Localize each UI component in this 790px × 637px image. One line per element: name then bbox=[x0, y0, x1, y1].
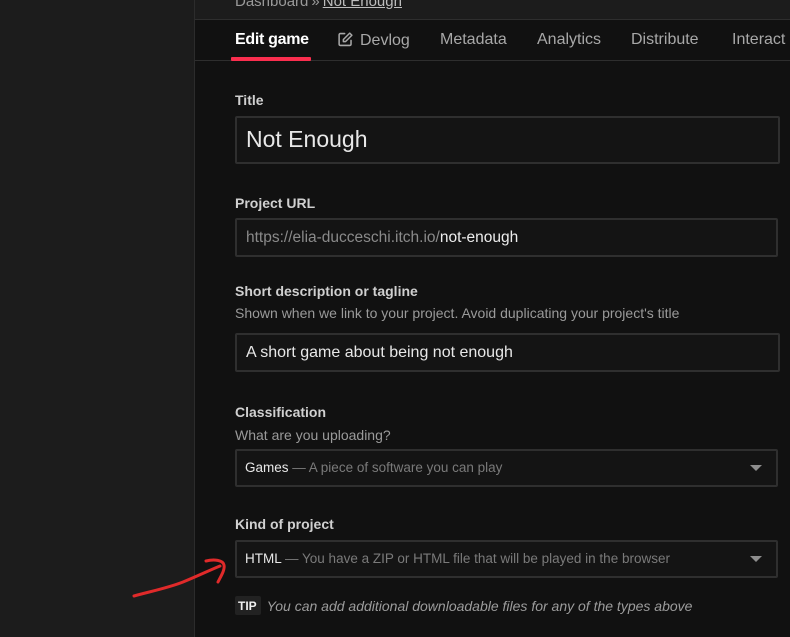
tagline-label: Short description or tagline bbox=[235, 283, 418, 299]
classification-label: Classification bbox=[235, 404, 327, 420]
tab-interact[interactable]: Interact bbox=[732, 31, 785, 49]
kind-of-project-label: Kind of project bbox=[235, 516, 334, 532]
edit-pencil-icon bbox=[338, 32, 353, 47]
project-url-label: Project URL bbox=[235, 195, 316, 211]
breadcrumb: Dashboard» Not Enough bbox=[235, 0, 402, 10]
tagline-input-value: A short game about being not enough bbox=[246, 344, 513, 361]
classification-hint: What are you uploading? bbox=[235, 427, 391, 443]
classification-select[interactable]: Games — A piece of software you can play bbox=[235, 449, 778, 487]
kind-selected: HTML — You have a ZIP or HTML file that … bbox=[245, 551, 670, 566]
breadcrumb-dashboard-link[interactable]: Dashboard bbox=[235, 0, 308, 10]
project-url-input[interactable]: https://elia-ducceschi.itch.io/not-enoug… bbox=[235, 218, 778, 257]
tab-analytics[interactable]: Analytics bbox=[537, 31, 601, 49]
breadcrumb-game-link[interactable]: Not Enough bbox=[323, 0, 402, 10]
annotation-arrow-icon bbox=[132, 558, 226, 598]
project-url-prefix: https://elia-ducceschi.itch.io/not-enoug… bbox=[246, 229, 518, 247]
tab-edit-game[interactable]: Edit game bbox=[235, 31, 309, 49]
kind-selected-desc: — You have a ZIP or HTML file that will … bbox=[285, 551, 670, 566]
chevron-down-icon bbox=[750, 556, 762, 562]
title-input[interactable]: Not Enough bbox=[235, 116, 780, 164]
title-input-value: Not Enough bbox=[246, 126, 368, 152]
breadcrumb-separator: » bbox=[311, 0, 320, 10]
kind-of-project-select[interactable]: HTML — You have a ZIP or HTML file that … bbox=[235, 540, 778, 578]
tip-note: TIP You can add additional downloadable f… bbox=[235, 596, 692, 615]
page-header: Dashboard» Not Enough bbox=[195, 0, 790, 20]
chevron-down-icon bbox=[750, 465, 762, 471]
active-tab-indicator bbox=[231, 57, 311, 61]
url-prefix-text: https://elia-ducceschi.itch.io/ bbox=[246, 229, 440, 246]
tagline-hint: Shown when we link to your project. Avoi… bbox=[235, 305, 680, 321]
tip-text: You can add additional downloadable file… bbox=[266, 597, 693, 614]
title-label: Title bbox=[235, 92, 264, 108]
tagline-input[interactable]: A short game about being not enough bbox=[235, 333, 780, 372]
tab-metadata[interactable]: Metadata bbox=[440, 31, 507, 49]
main-panel: Dashboard» Not Enough Edit game Devlog Me… bbox=[194, 0, 790, 637]
left-sidebar bbox=[0, 0, 194, 637]
project-url-slug: not-enough bbox=[439, 229, 519, 246]
tip-badge: TIP bbox=[235, 596, 261, 615]
tab-distribute[interactable]: Distribute bbox=[631, 31, 699, 49]
classification-selected-value: Games bbox=[245, 460, 289, 475]
classification-selected-desc: — A piece of software you can play bbox=[292, 460, 503, 475]
tab-bar: Edit game Devlog Metadata Analytics Dist… bbox=[195, 20, 790, 61]
tab-devlog-label: Devlog bbox=[360, 32, 410, 49]
kind-selected-value: HTML bbox=[245, 551, 282, 566]
tab-devlog[interactable]: Devlog bbox=[337, 31, 410, 50]
classification-selected: Games — A piece of software you can play bbox=[245, 460, 502, 475]
